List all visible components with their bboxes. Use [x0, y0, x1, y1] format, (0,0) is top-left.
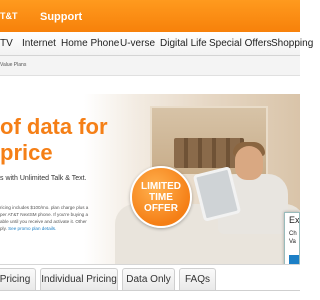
popup-line2: Va: [289, 239, 296, 245]
tabs-divider: [0, 290, 300, 291]
nav-item-u-verse[interactable]: U-verse: [120, 38, 155, 49]
hero-banner[interactable]: of data for price s with Unlimited Talk …: [0, 94, 300, 264]
nav-item-tv[interactable]: TV: [0, 38, 13, 49]
tab-individual-pricing[interactable]: Individual Pricing: [40, 268, 118, 290]
badge-line3: OFFER: [144, 202, 178, 214]
nav-item-digital-life[interactable]: Digital Life: [160, 38, 207, 49]
fine-print-2: per AT&T NextSM phone. If you're buying …: [0, 212, 89, 217]
hero-headline: of data for price: [0, 114, 108, 166]
support-link[interactable]: Support: [40, 0, 82, 32]
hero-headline-line1: of data for: [0, 114, 108, 139]
nav-item-internet[interactable]: Internet: [22, 38, 56, 49]
tab-pricing[interactable]: Pricing: [0, 268, 36, 290]
nav-item-shopping[interactable]: Shopping: [271, 38, 313, 49]
badge-line2: TIME: [149, 191, 173, 203]
brand-logo[interactable]: T&T: [0, 11, 18, 21]
hero-headline-line2: price: [0, 140, 53, 165]
hero-subhead: s with Unlimited Talk & Text.: [0, 175, 87, 182]
nav-item-special-offers[interactable]: Special Offers: [209, 38, 272, 49]
main-nav: TV Internet Home Phone U-verse Digital L…: [0, 32, 313, 56]
fine-print-4: ply.: [0, 226, 7, 231]
top-bar: T&T Support: [0, 0, 300, 32]
side-popup[interactable]: Ex Ch Va: [284, 212, 300, 264]
limited-offer-badge: LIMITED TIME OFFER: [130, 166, 192, 228]
tab-faqs[interactable]: FAQs: [179, 268, 216, 290]
popup-title: Ex: [289, 215, 300, 225]
nav-item-home-phone[interactable]: Home Phone: [61, 38, 119, 49]
plan-tabs: Pricing Individual Pricing Data Only FAQ…: [0, 264, 300, 300]
popup-line1: Ch: [289, 231, 297, 237]
tab-data-only[interactable]: Data Only: [122, 268, 175, 290]
breadcrumb-current[interactable]: Value Plans: [0, 62, 26, 68]
badge-line1: LIMITED: [141, 180, 181, 192]
popup-button[interactable]: [289, 255, 299, 264]
breadcrumb: Value Plans: [0, 56, 300, 76]
person-head-image: [235, 146, 263, 180]
hero-fine-print: ricing includes $100/mo. plan charge plu…: [0, 204, 112, 232]
fine-print-3: able until you receive and activate it. …: [0, 219, 87, 224]
promo-details-link[interactable]: See promo plan details.: [8, 226, 56, 231]
fine-print-1: ricing includes $100/mo. plan charge plu…: [0, 205, 89, 210]
